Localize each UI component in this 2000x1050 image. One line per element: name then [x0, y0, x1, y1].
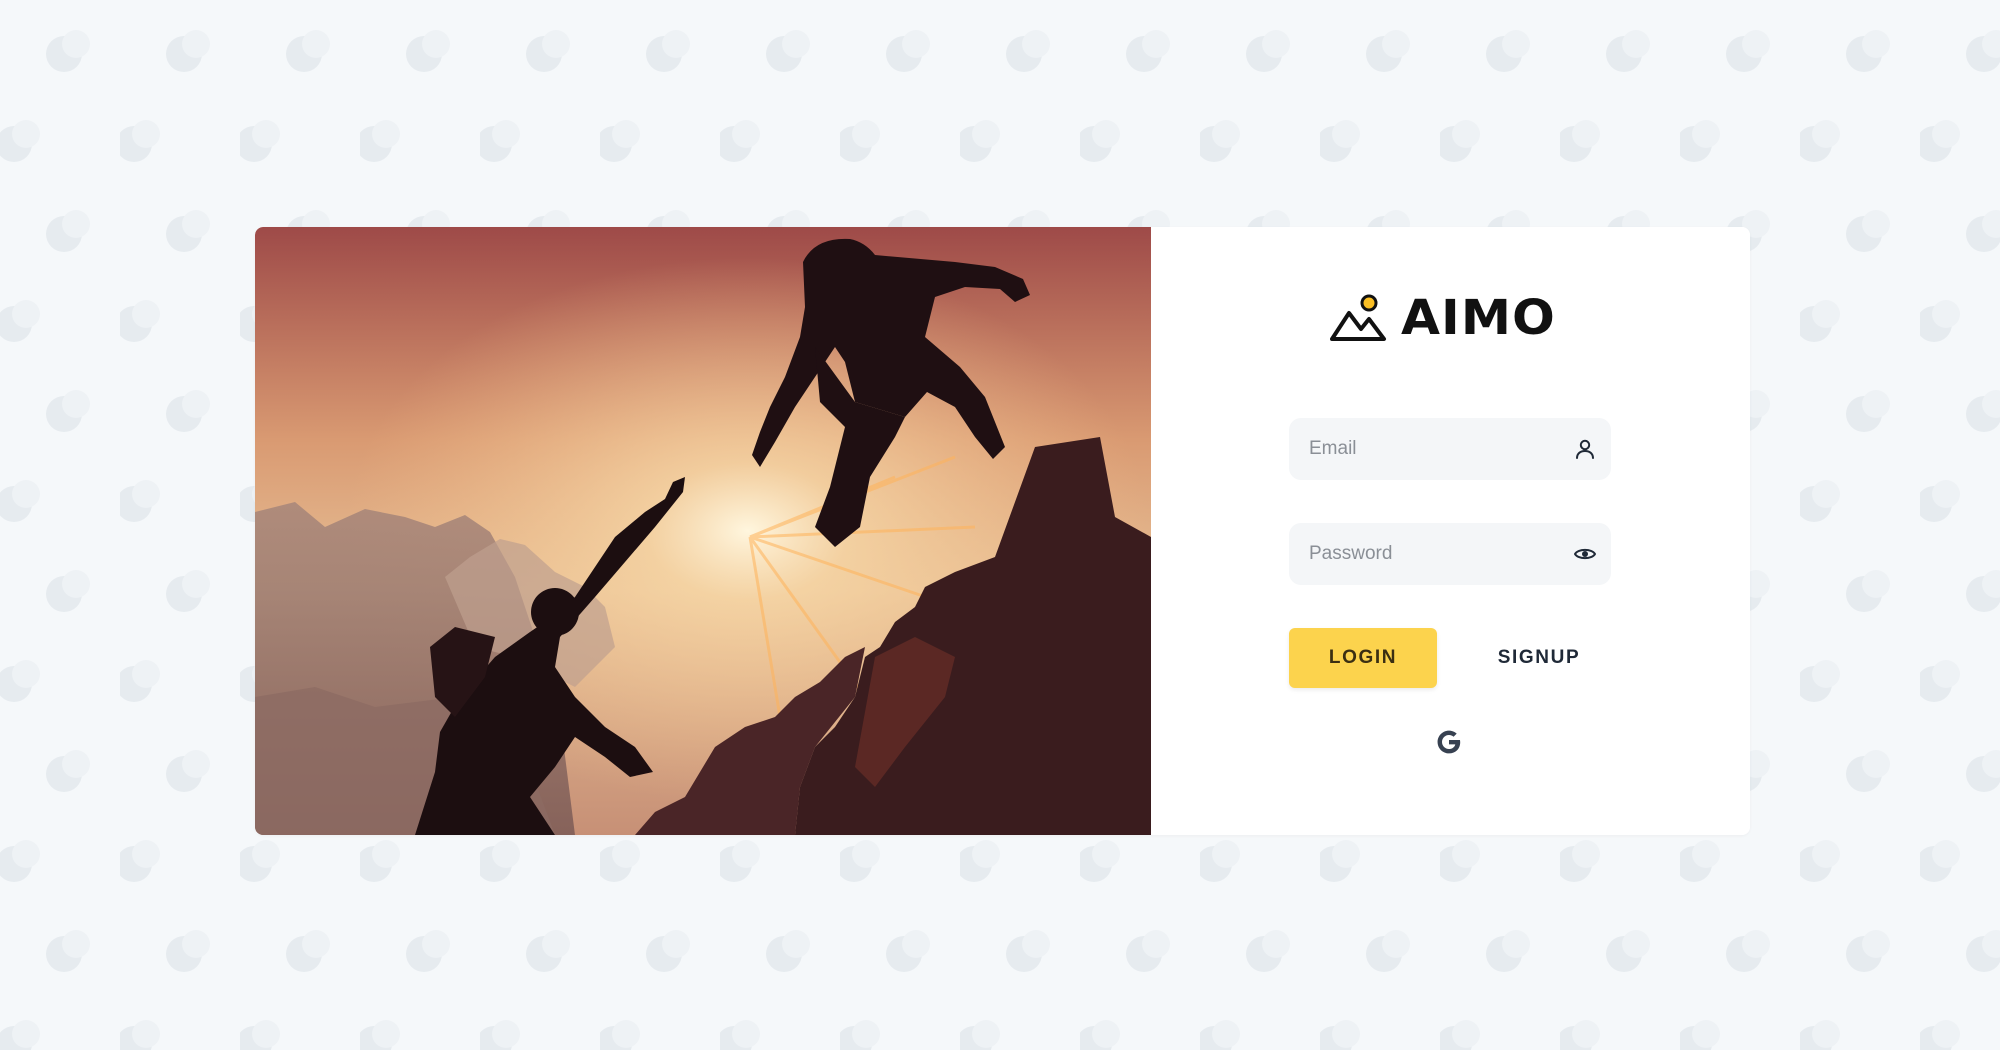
google-icon[interactable]: [1435, 728, 1463, 756]
brand-logo: AIMO: [1329, 290, 1555, 346]
password-field-container: [1289, 523, 1611, 585]
user-icon: [1576, 439, 1594, 459]
login-card: AIMO LOGIN SIGNUP: [255, 227, 1750, 835]
email-input[interactable]: [1289, 418, 1569, 480]
login-button[interactable]: LOGIN: [1289, 628, 1437, 688]
signup-button[interactable]: SIGNUP: [1471, 628, 1607, 688]
hero-image: [255, 227, 1151, 835]
password-input[interactable]: [1289, 523, 1569, 585]
email-field-container: [1289, 418, 1611, 480]
mountain-sun-icon: [1330, 294, 1386, 341]
login-panel: AIMO LOGIN SIGNUP: [1151, 227, 1750, 835]
brand-name: AIMO: [1401, 290, 1556, 346]
eye-icon[interactable]: [1573, 542, 1597, 566]
